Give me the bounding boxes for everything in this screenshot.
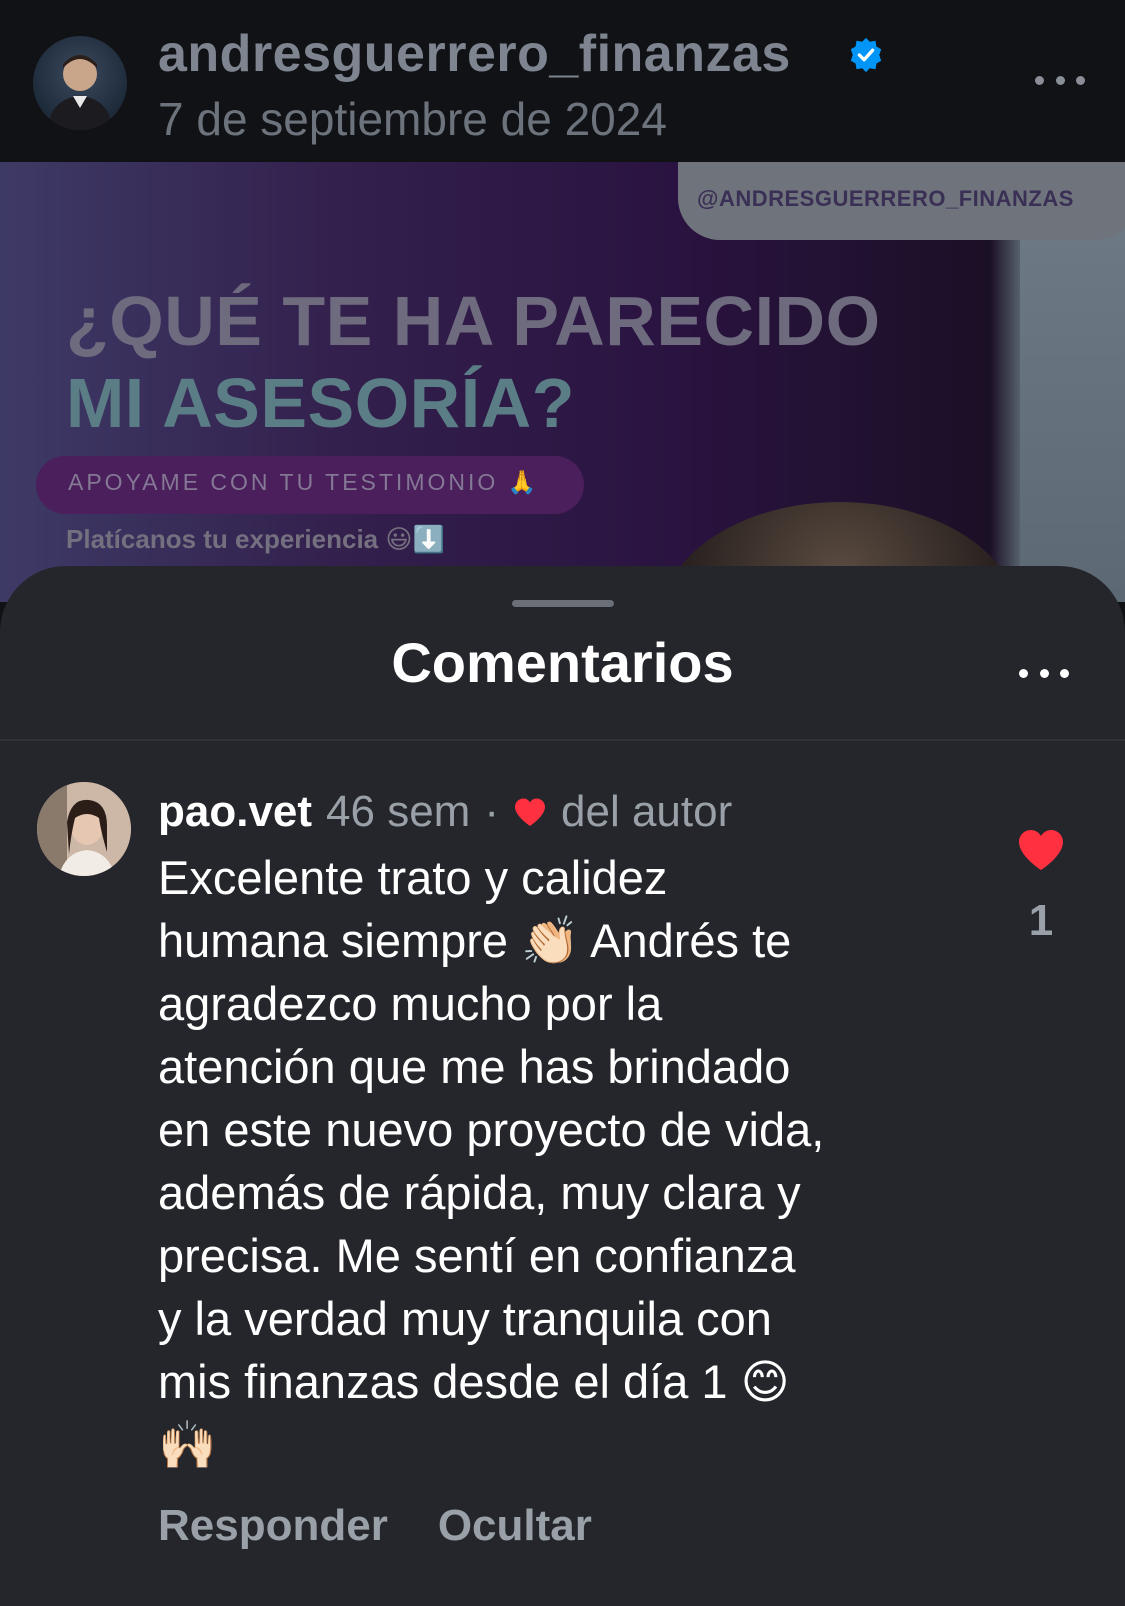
sheet-more-icon[interactable] bbox=[1019, 667, 1069, 679]
reply-button[interactable]: Responder bbox=[158, 1501, 388, 1551]
sheet-drag-handle[interactable] bbox=[512, 600, 614, 607]
author-liked-heart-icon bbox=[515, 798, 545, 826]
post-headline: ¿QUÉ TE HA PARECIDO MI ASESORÍA? bbox=[66, 280, 881, 444]
post-image[interactable]: @ANDRESGUERRERO_FINANZAS ¿QUÉ TE HA PARE… bbox=[0, 162, 1125, 602]
verified-badge-icon bbox=[850, 37, 882, 73]
author-username[interactable]: andresguerrero_finanzas bbox=[158, 24, 791, 84]
commenter-avatar-image bbox=[37, 782, 131, 876]
cta-text: APOYAME CON TU TESTIMONIO 🙏 bbox=[68, 469, 540, 495]
sheet-title: Comentarios bbox=[391, 631, 734, 694]
more-options-icon[interactable] bbox=[1035, 74, 1085, 86]
post-date: 7 de septiembre de 2024 bbox=[158, 93, 667, 145]
comment-actions: Responder Ocultar bbox=[158, 1501, 592, 1551]
hide-button[interactable]: Ocultar bbox=[438, 1501, 592, 1551]
liked-by-author-label: del autor bbox=[561, 787, 733, 836]
comment-text: Excelente trato y calidez humana siempre… bbox=[158, 851, 825, 1471]
meta-separator: · bbox=[484, 787, 499, 836]
headline-line2: MI ASESORÍA? bbox=[66, 364, 575, 442]
author-avatar-image bbox=[47, 55, 113, 130]
post-header: andresguerrero_finanzas 7 de septiembre … bbox=[0, 0, 1125, 162]
comments-sheet: Comentarios pao.vet 46 sem · del autor E… bbox=[0, 566, 1125, 1606]
comment-time: 46 sem bbox=[326, 787, 471, 836]
divider bbox=[0, 739, 1125, 741]
author-avatar[interactable] bbox=[33, 36, 127, 130]
like-count: 1 bbox=[1028, 896, 1054, 945]
like-heart-icon[interactable] bbox=[1017, 828, 1065, 872]
handle-text: @ANDRESGUERRERO_FINANZAS bbox=[697, 186, 1074, 211]
commenter-avatar[interactable] bbox=[37, 782, 131, 876]
headline-line1: ¿QUÉ TE HA PARECIDO bbox=[66, 282, 881, 360]
comment-meta: pao.vet 46 sem · del autor bbox=[158, 784, 732, 840]
commenter-username[interactable]: pao.vet bbox=[158, 787, 312, 837]
post-subtext: Platícanos tu experiencia 😃⬇️ bbox=[66, 524, 445, 554]
